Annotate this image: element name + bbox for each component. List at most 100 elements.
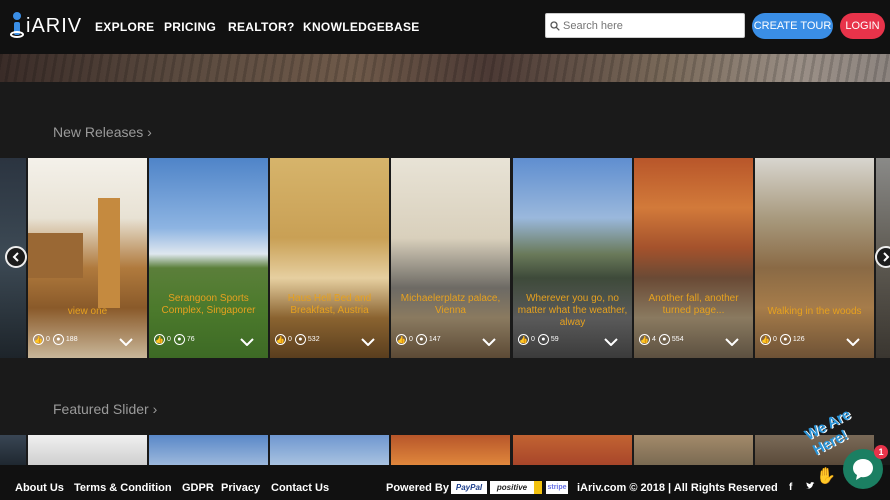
tour-card[interactable]: view one 👍 0 ● 188 (28, 158, 147, 358)
view-count: 76 (186, 336, 195, 343)
positivessl-logo: positive (490, 481, 542, 494)
featured-slider-carousel (0, 435, 890, 465)
search-box (545, 13, 745, 38)
featured-thumb[interactable] (270, 435, 389, 465)
tour-card[interactable]: Serangoon Sports Complex, Singaporer 👍 0 … (149, 158, 268, 358)
thumbs-up-icon[interactable]: 👍 (275, 334, 286, 345)
like-count: 0 (773, 336, 777, 343)
featured-thumb[interactable] (149, 435, 268, 465)
eye-icon: ● (779, 334, 791, 345)
footer-link-contact[interactable]: Contact Us (271, 482, 329, 494)
eye-icon: ● (52, 334, 64, 345)
chevron-down-icon[interactable] (361, 338, 375, 346)
top-navbar: iARIV EXPLORE PRICING REALTOR? KNOWLEDGE… (0, 0, 890, 54)
thumbs-up-icon[interactable]: 👍 (760, 334, 771, 345)
footer-link-privacy[interactable]: Privacy (221, 482, 260, 494)
footer-link-about[interactable]: About Us (15, 482, 64, 494)
view-count: 126 (792, 336, 805, 343)
thumbs-up-icon[interactable]: 👍 (154, 334, 165, 345)
view-count: 59 (550, 336, 559, 343)
card-stats: 👍 0 ● 147 (396, 334, 444, 345)
featured-thumb[interactable] (0, 435, 26, 465)
facebook-icon[interactable]: f (789, 482, 792, 493)
card-stats: 👍 0 ● 532 (275, 334, 323, 345)
chevron-down-icon[interactable] (604, 338, 618, 346)
chevron-down-icon[interactable] (846, 338, 860, 346)
paypal-logo: PayPal (451, 481, 487, 494)
like-count: 0 (409, 336, 413, 343)
thumbs-up-icon[interactable]: 👍 (639, 334, 650, 345)
card-stats: 👍 0 ● 188 (33, 334, 81, 345)
card-title: Wherever you go, no matter what the weat… (517, 293, 628, 328)
thumbs-up-icon[interactable]: 👍 (396, 334, 407, 345)
login-button[interactable]: LOGIN (840, 13, 885, 39)
eye-icon: ● (537, 334, 549, 345)
eye-icon: ● (415, 334, 427, 345)
tour-card[interactable]: Another fall, another turned page... 👍 4 … (634, 158, 753, 358)
chevron-right-icon (883, 252, 890, 262)
card-stats: 👍 4 ● 554 (639, 334, 687, 345)
section-title-featured-slider[interactable]: Featured Slider › (53, 401, 157, 417)
chevron-down-icon[interactable] (482, 338, 496, 346)
chevron-down-icon[interactable] (240, 338, 254, 346)
powered-by-label: Powered By (386, 482, 449, 494)
card-title: view one (67, 306, 108, 317)
nav-realtor[interactable]: REALTOR? (228, 20, 295, 34)
like-count: 0 (531, 336, 535, 343)
featured-thumb[interactable] (513, 435, 632, 465)
eye-icon: ● (294, 334, 306, 345)
thumbs-up-icon[interactable]: 👍 (33, 334, 44, 345)
carousel-prev-button[interactable] (5, 246, 27, 268)
twitter-icon[interactable] (806, 482, 815, 493)
tour-card[interactable]: Haus Hell Bed and Breakfast, Austria 👍 0 … (270, 158, 389, 358)
like-count: 0 (167, 336, 171, 343)
eye-icon: ● (173, 334, 185, 345)
nav-pricing[interactable]: PRICING (164, 20, 216, 34)
view-count: 188 (65, 336, 78, 343)
section-title-new-releases[interactable]: New Releases › (53, 124, 152, 140)
chat-bubble-icon (853, 459, 873, 480)
card-title: Walking in the woods (767, 306, 862, 317)
view-count: 554 (671, 336, 684, 343)
chevron-left-icon (12, 252, 19, 262)
card-title: Serangoon Sports Complex, Singaporer (161, 293, 256, 316)
eye-icon: ● (658, 334, 670, 345)
search-input[interactable] (563, 19, 738, 32)
thumbs-up-icon[interactable]: 👍 (518, 334, 529, 345)
chat-notification-badge: 1 (874, 445, 888, 459)
tour-card[interactable]: Walking in the woods 👍 0 ● 126 (755, 158, 874, 358)
featured-thumb[interactable] (28, 435, 147, 465)
view-count: 147 (428, 336, 441, 343)
view-count: 532 (307, 336, 320, 343)
card-stats: 👍 0 ● 126 (760, 334, 808, 345)
waving-hand-icon: ✋ (816, 468, 836, 485)
brand-name: iARIV (26, 14, 83, 37)
tour-card[interactable]: Michaelerplatz palace, Vienna 👍 0 ● 147 (391, 158, 510, 358)
hero-banner-image (0, 54, 890, 82)
like-count: 4 (652, 336, 656, 343)
chevron-down-icon[interactable] (119, 338, 133, 346)
new-releases-carousel: view one 👍 0 ● 188 Serangoon Sports Comple… (0, 158, 890, 358)
footer: About Us Terms & Condition GDPR Privacy … (0, 465, 890, 500)
featured-thumb[interactable] (634, 435, 753, 465)
create-tour-button[interactable]: CREATE TOUR (752, 13, 833, 39)
nav-explore[interactable]: EXPLORE (95, 20, 154, 34)
card-title: Michaelerplatz palace, Vienna (400, 293, 501, 316)
footer-link-gdpr[interactable]: GDPR (182, 482, 214, 494)
featured-thumb[interactable] (391, 435, 510, 465)
card-stats: 👍 0 ● 59 (518, 334, 562, 345)
brand-logo[interactable]: iARIV (10, 12, 82, 40)
like-count: 0 (288, 336, 292, 343)
search-icon (550, 20, 560, 31)
stripe-logo: stripe (546, 481, 568, 494)
like-count: 0 (46, 336, 50, 343)
card-title: Haus Hell Bed and Breakfast, Austria (287, 293, 372, 316)
brand-mark-icon (10, 12, 24, 40)
chevron-down-icon[interactable] (725, 338, 739, 346)
card-title: Another fall, another turned page... (648, 293, 739, 316)
tour-card[interactable]: Wherever you go, no matter what the weat… (513, 158, 632, 358)
footer-link-terms[interactable]: Terms & Condition (74, 482, 172, 494)
carousel-next-button[interactable] (875, 246, 890, 268)
copyright-text: iAriv.com © 2018 | All Rights Reserved (577, 482, 778, 494)
nav-knowledgebase[interactable]: KNOWLEDGEBASE (303, 20, 420, 34)
